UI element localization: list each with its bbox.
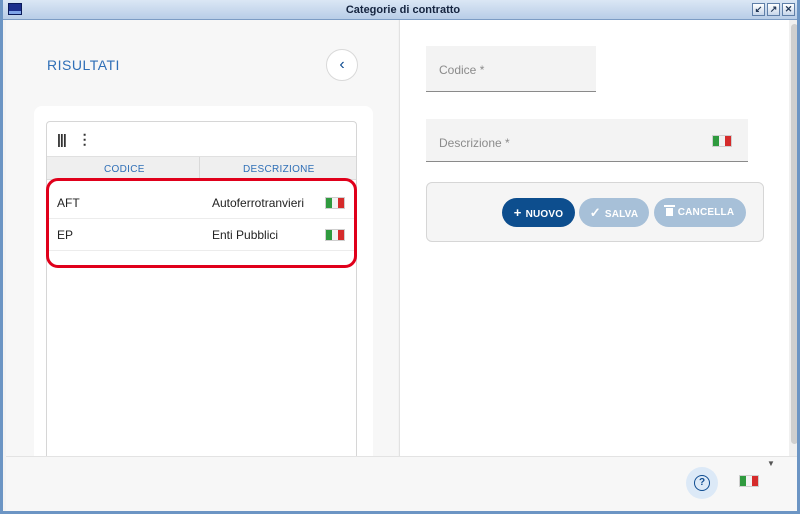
columns-icon[interactable]: ||| xyxy=(57,131,67,147)
results-title: RISULTATI xyxy=(47,57,120,73)
chevron-left-icon: ‹ xyxy=(339,56,345,73)
column-header-code[interactable]: CODICE xyxy=(104,164,145,175)
more-options-icon[interactable]: ⋮ xyxy=(78,131,92,148)
footer-bar: ? ▼ xyxy=(6,456,797,511)
check-icon: ✓ xyxy=(589,205,601,220)
new-button-label: NUOVO xyxy=(525,209,564,220)
actions-bar: + NUOVO ✓ SALVA CANCELLA xyxy=(426,182,764,242)
code-field[interactable]: Codice * xyxy=(426,46,596,92)
title-bar: Categorie di contratto ↙ ↗ ✕ xyxy=(3,0,797,20)
help-icon: ? xyxy=(694,474,710,491)
delete-button[interactable]: CANCELLA xyxy=(654,198,746,227)
plus-icon: + xyxy=(513,205,522,220)
language-flag-icon[interactable] xyxy=(739,475,759,487)
maximize-window-button[interactable]: ↗ xyxy=(767,3,780,16)
app-window: Categorie di contratto ↙ ↗ ✕ RISULTATI ‹… xyxy=(0,0,800,514)
help-button[interactable]: ? xyxy=(686,467,718,499)
column-separator xyxy=(199,157,200,180)
save-button[interactable]: ✓ SALVA xyxy=(579,198,649,227)
language-dropdown-caret-icon[interactable]: ▼ xyxy=(767,459,775,468)
close-window-button[interactable]: ✕ xyxy=(782,3,795,16)
trash-icon xyxy=(663,205,675,216)
rows-highlight-annotation xyxy=(46,178,357,268)
code-placeholder: Codice * xyxy=(439,63,485,77)
new-button[interactable]: + NUOVO xyxy=(502,198,575,227)
description-placeholder: Descrizione * xyxy=(439,136,510,150)
grid-toolbar: ||| ⋮ xyxy=(57,131,92,148)
delete-button-label: CANCELLA xyxy=(677,207,735,218)
column-header-description[interactable]: DESCRIZIONE xyxy=(243,164,315,175)
back-button[interactable]: ‹ xyxy=(326,49,358,81)
results-card: ||| ⋮ CODICE DESCRIZIONE AFT Autoferrotr… xyxy=(34,106,373,466)
description-field[interactable]: Descrizione * xyxy=(426,119,748,162)
form-panel: Codice * Descrizione * + NUOVO ✓ SALVA CAN… xyxy=(399,20,797,456)
scrollbar-thumb[interactable] xyxy=(791,24,797,444)
results-grid: ||| ⋮ CODICE DESCRIZIONE AFT Autoferrotr… xyxy=(46,121,357,466)
save-button-label: SALVA xyxy=(604,209,639,220)
restore-window-button[interactable]: ↙ xyxy=(752,3,765,16)
grid-header: CODICE DESCRIZIONE xyxy=(47,156,356,180)
vertical-scrollbar[interactable] xyxy=(789,20,797,456)
window-title: Categorie di contratto xyxy=(345,4,461,16)
italian-flag-icon[interactable] xyxy=(712,135,732,147)
